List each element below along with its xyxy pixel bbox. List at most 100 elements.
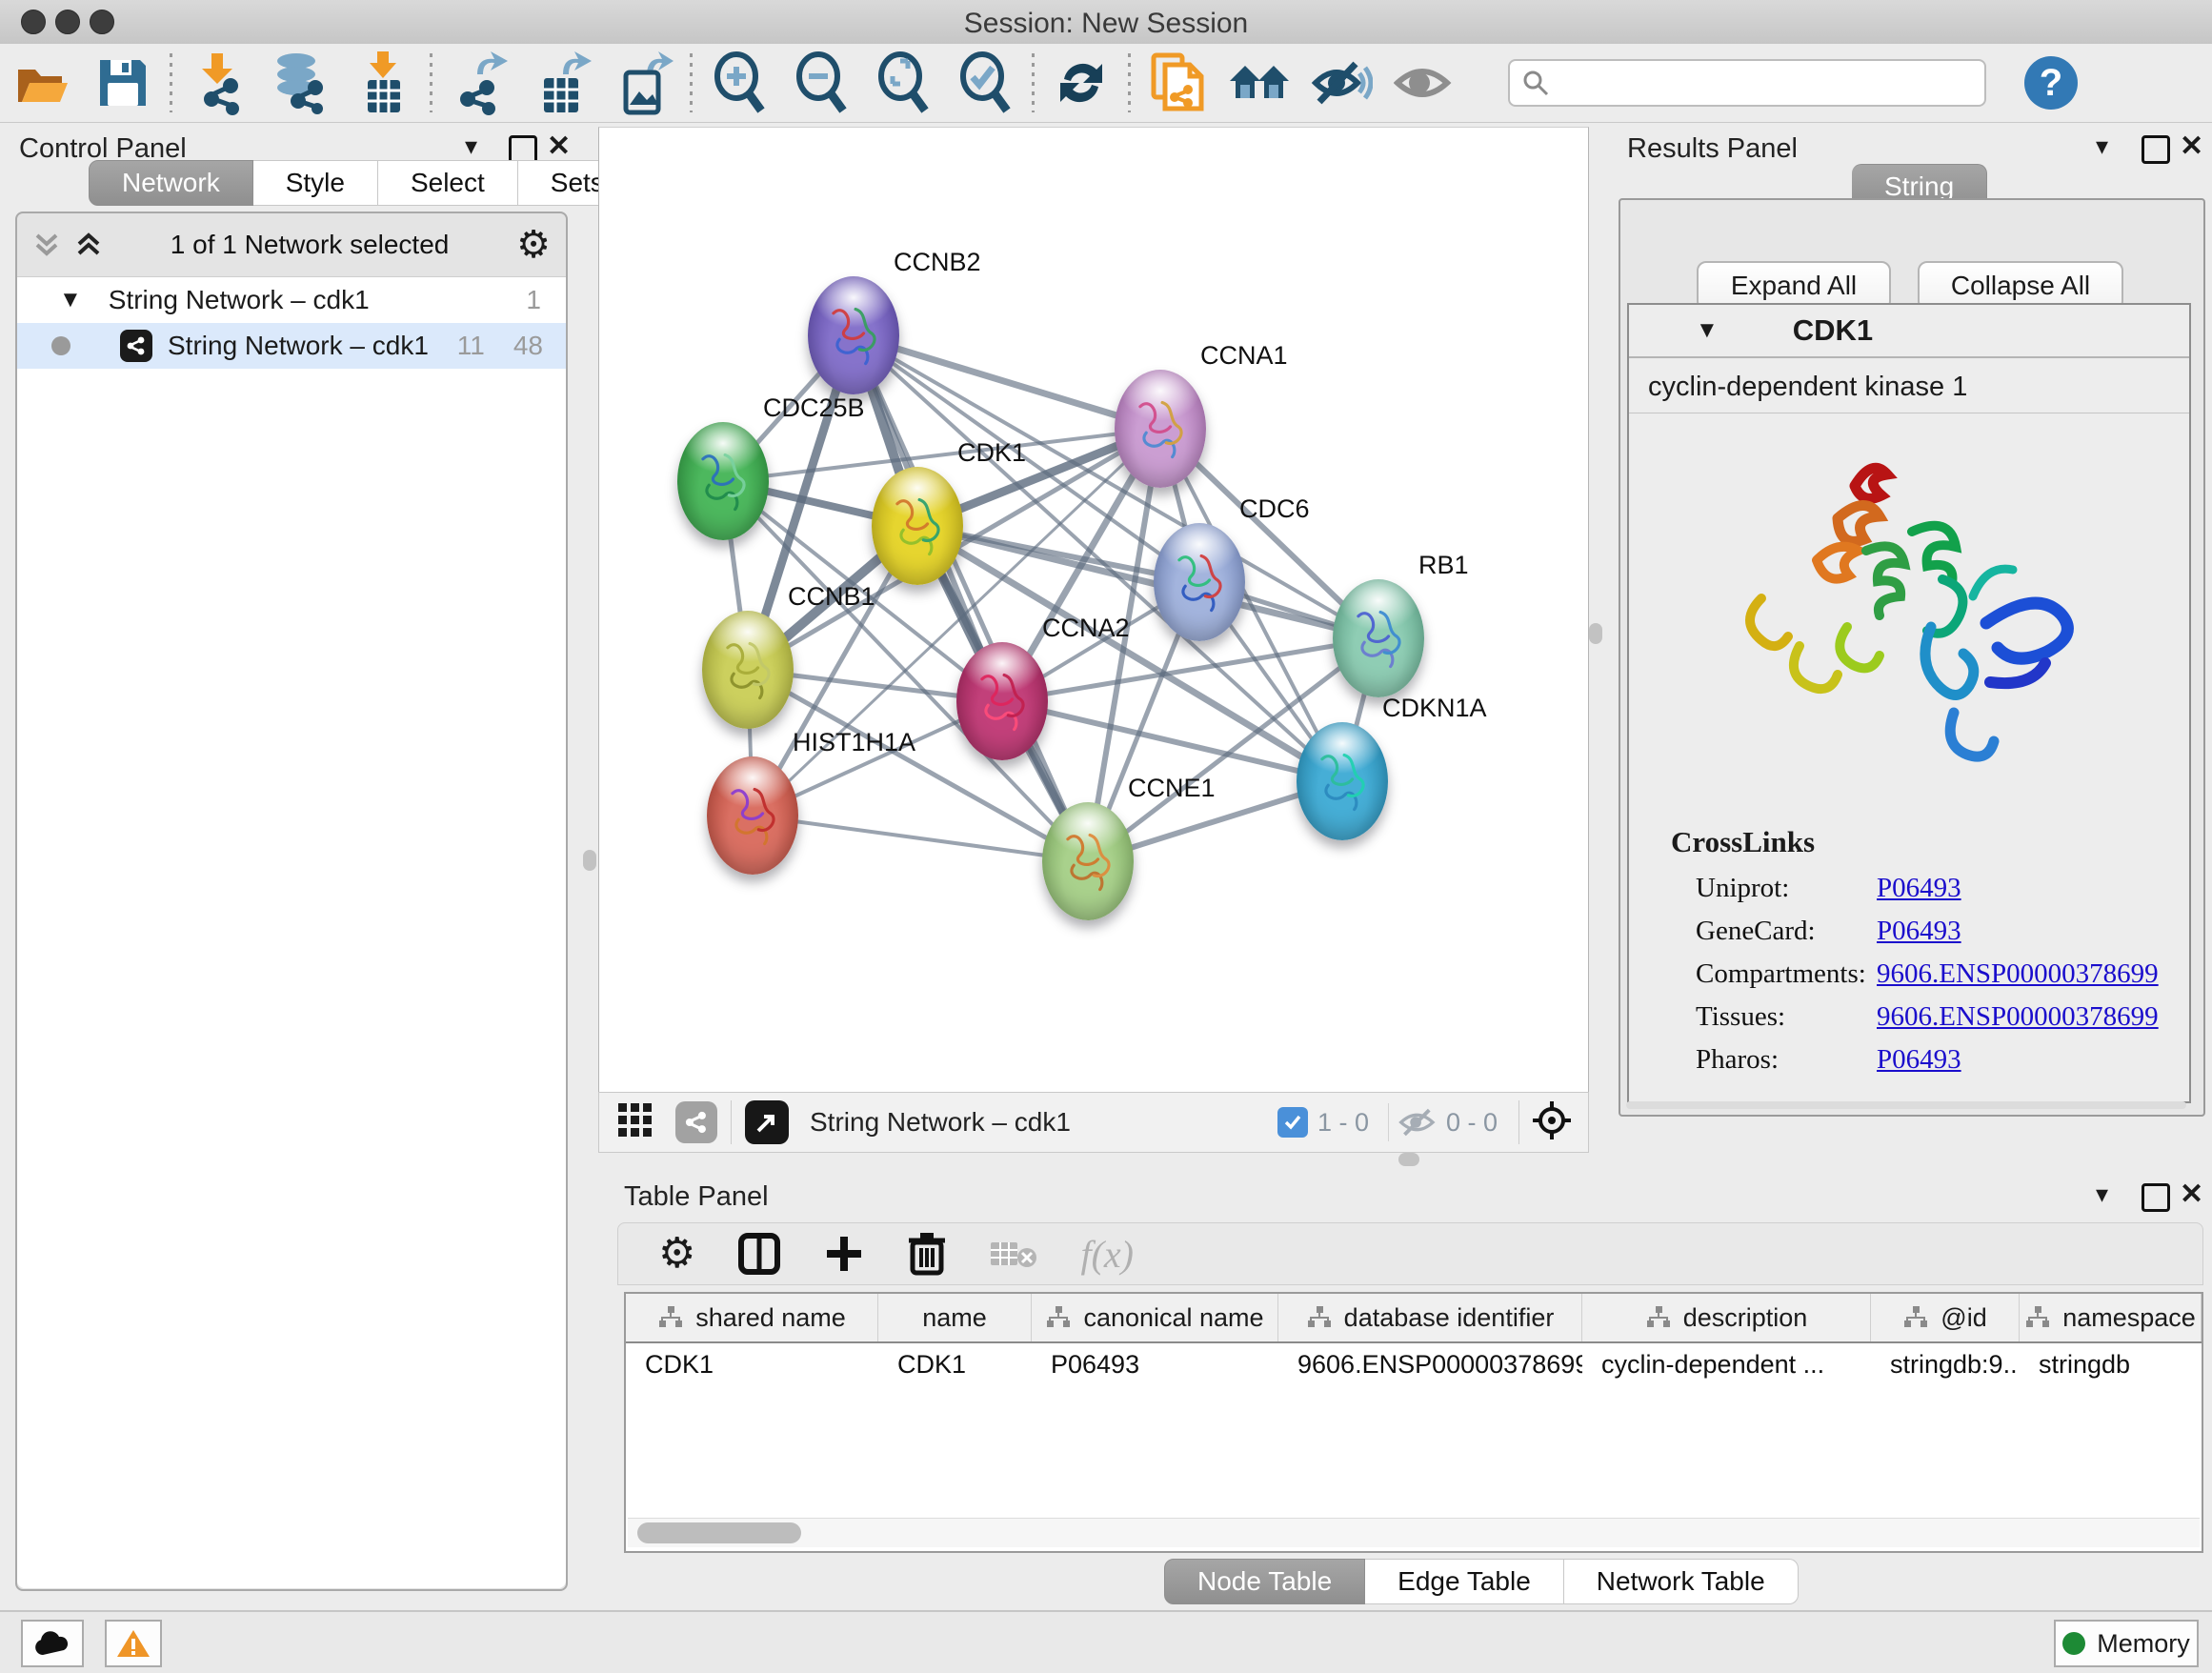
table-cell[interactable]: cyclin-dependent ... bbox=[1582, 1343, 1871, 1385]
node-CDKN1A[interactable] bbox=[1297, 722, 1388, 840]
table-row[interactable]: CDK1CDK1P064939606.ENSP00000378699cyclin… bbox=[626, 1343, 2202, 1385]
grid-icon bbox=[616, 1101, 654, 1139]
search-input[interactable] bbox=[1550, 68, 1954, 99]
zoom-out-button[interactable] bbox=[780, 49, 862, 117]
tab-network[interactable]: Network bbox=[89, 160, 253, 206]
node-CCNB1[interactable] bbox=[702, 611, 794, 729]
expand-all-chevron-icon[interactable] bbox=[32, 231, 61, 259]
results-panel-float-icon[interactable] bbox=[2142, 135, 2170, 164]
show-all-button[interactable] bbox=[1382, 49, 1464, 117]
results-scrollbar[interactable] bbox=[1626, 1101, 2186, 1109]
network-options-gear-icon[interactable]: ⚙ bbox=[516, 226, 551, 264]
card-collapse-icon[interactable]: ▼ bbox=[1696, 317, 1719, 344]
first-neighbors-button[interactable] bbox=[1218, 49, 1300, 117]
toolbar-search[interactable] bbox=[1508, 59, 1986, 107]
node-CCNA1[interactable] bbox=[1115, 370, 1206, 488]
crosslink-row: Uniprot:P06493 bbox=[1696, 867, 2189, 910]
crosslink-link[interactable]: P06493 bbox=[1877, 1044, 1961, 1076]
network-canvas[interactable]: CCNB2 CCNA1 CDC25B CDK1 CDC6 RB1 bbox=[598, 127, 1589, 1094]
tab-select[interactable]: Select bbox=[378, 160, 518, 206]
crosslink-link[interactable]: 9606.ENSP00000378699 bbox=[1877, 1001, 2159, 1033]
column-header-shared-name[interactable]: shared name bbox=[626, 1294, 878, 1341]
export-table-button[interactable] bbox=[520, 49, 602, 117]
column-header--id[interactable]: @id bbox=[1871, 1294, 2020, 1341]
bottom-splitter-handle[interactable] bbox=[1398, 1153, 1419, 1166]
show-columns-icon[interactable] bbox=[737, 1232, 781, 1276]
results-panel-collapse-icon[interactable]: ▾ bbox=[2096, 131, 2108, 161]
table-settings-gear-icon[interactable]: ⚙ bbox=[658, 1233, 695, 1275]
export-image-button[interactable] bbox=[602, 49, 684, 117]
column-tree-icon bbox=[1045, 1305, 1072, 1330]
zoom-in-button[interactable] bbox=[698, 49, 780, 117]
duplicate-network-button[interactable] bbox=[1136, 49, 1218, 117]
table-hscrollbar[interactable] bbox=[628, 1518, 2200, 1547]
table-cell[interactable]: P06493 bbox=[1032, 1343, 1278, 1385]
open-session-button[interactable] bbox=[0, 49, 82, 117]
export-network-button[interactable] bbox=[438, 49, 520, 117]
node-CCNA2[interactable] bbox=[956, 642, 1048, 760]
table-panel-close-icon[interactable]: ✕ bbox=[2180, 1178, 2203, 1211]
results-panel-close-icon[interactable]: ✕ bbox=[2180, 130, 2203, 163]
collapse-all-chevron-icon[interactable] bbox=[74, 231, 103, 259]
birdseye-view-button[interactable] bbox=[1531, 1099, 1573, 1146]
save-session-button[interactable] bbox=[82, 49, 164, 117]
tab-network-table[interactable]: Network Table bbox=[1564, 1559, 1799, 1604]
crosslink-link[interactable]: P06493 bbox=[1877, 873, 1961, 904]
tab-style[interactable]: Style bbox=[253, 160, 378, 206]
network-collection-row[interactable]: ▼ String Network – cdk1 1 bbox=[17, 277, 566, 323]
column-header-canonical-name[interactable]: canonical name bbox=[1032, 1294, 1278, 1341]
tab-edge-table[interactable]: Edge Table bbox=[1365, 1559, 1564, 1604]
network-row-selected[interactable]: String Network – cdk1 11 48 bbox=[17, 323, 566, 369]
table-cell[interactable]: stringdb:9... bbox=[1871, 1343, 2020, 1385]
node-CDK1[interactable] bbox=[872, 467, 963, 585]
node-RB1[interactable] bbox=[1333, 579, 1424, 697]
table-cell[interactable]: CDK1 bbox=[626, 1343, 878, 1385]
tree-expand-icon[interactable]: ▼ bbox=[59, 287, 82, 313]
node-CCNB2[interactable] bbox=[808, 276, 899, 394]
import-network-database-button[interactable] bbox=[260, 49, 342, 117]
apply-layout-button[interactable] bbox=[1040, 49, 1122, 117]
node-HIST1H1A[interactable] bbox=[707, 756, 798, 875]
control-panel-collapse-icon[interactable]: ▾ bbox=[465, 131, 477, 161]
memory-button[interactable]: Memory bbox=[2054, 1620, 2199, 1667]
tab-node-table[interactable]: Node Table bbox=[1164, 1559, 1365, 1604]
table-cell[interactable]: 9606.ENSP00000378699 bbox=[1278, 1343, 1582, 1385]
column-header-namespace[interactable]: namespace bbox=[2020, 1294, 2202, 1341]
control-panel-close-icon[interactable]: ✕ bbox=[547, 130, 571, 163]
selected-checkbox-icon[interactable] bbox=[1277, 1107, 1308, 1138]
table-cell[interactable]: CDK1 bbox=[878, 1343, 1032, 1385]
table-panel-collapse-icon[interactable]: ▾ bbox=[2096, 1179, 2108, 1209]
column-tree-icon bbox=[1306, 1305, 1333, 1330]
import-network-file-button[interactable] bbox=[178, 49, 260, 117]
column-header-name[interactable]: name bbox=[878, 1294, 1032, 1341]
delete-column-icon[interactable] bbox=[907, 1231, 947, 1277]
node-CCNE1[interactable] bbox=[1042, 802, 1134, 920]
zoom-selected-button[interactable] bbox=[944, 49, 1026, 117]
table-cell[interactable]: stringdb bbox=[2020, 1343, 2202, 1385]
column-header-description[interactable]: description bbox=[1582, 1294, 1871, 1341]
import-table-file-button[interactable] bbox=[342, 49, 424, 117]
help-button[interactable]: ? bbox=[2024, 56, 2078, 110]
column-header-database-identifier[interactable]: database identifier bbox=[1278, 1294, 1582, 1341]
zoom-fit-button[interactable] bbox=[862, 49, 944, 117]
cloud-status-button[interactable] bbox=[21, 1620, 84, 1667]
warnings-button[interactable] bbox=[105, 1620, 162, 1667]
hide-selected-button[interactable] bbox=[1300, 49, 1382, 117]
add-column-icon[interactable] bbox=[823, 1233, 865, 1275]
gene-card-header[interactable]: ▼ CDK1 bbox=[1629, 305, 2189, 358]
gene-name: CDK1 bbox=[1793, 313, 1873, 348]
table-hscrollbar-thumb[interactable] bbox=[637, 1522, 801, 1543]
detach-view-button[interactable] bbox=[745, 1100, 789, 1144]
grid-view-button[interactable] bbox=[616, 1101, 654, 1144]
left-splitter-handle[interactable] bbox=[583, 850, 596, 871]
node-CDC25B[interactable] bbox=[677, 422, 769, 540]
crosslink-link[interactable]: 9606.ENSP00000378699 bbox=[1877, 958, 2159, 990]
table-panel-float-icon[interactable] bbox=[2142, 1183, 2170, 1212]
crosslink-link[interactable]: P06493 bbox=[1877, 916, 1961, 947]
network-view-share-button[interactable] bbox=[675, 1101, 717, 1143]
node-table[interactable]: shared namename canonical name database … bbox=[624, 1292, 2203, 1553]
crosslink-row: Compartments:9606.ENSP00000378699 bbox=[1696, 953, 2189, 996]
right-splitter-handle[interactable] bbox=[1589, 623, 1602, 644]
results-panel-title: Results Panel bbox=[1627, 133, 1798, 165]
node-CDC6[interactable] bbox=[1154, 523, 1245, 641]
